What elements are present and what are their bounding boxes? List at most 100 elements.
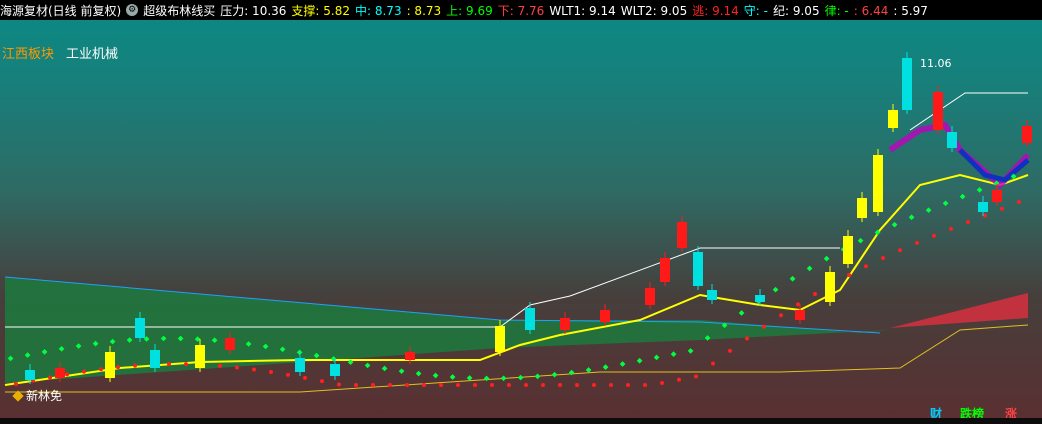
candle	[795, 310, 805, 320]
green-dot	[415, 370, 422, 377]
red-dot	[303, 375, 307, 380]
sector-tag[interactable]: 江西板块	[2, 43, 54, 62]
candle	[295, 358, 305, 372]
candle	[25, 370, 35, 380]
peak-label: 11.06	[920, 57, 952, 70]
red-dot	[320, 379, 324, 384]
status-strip	[0, 418, 1042, 424]
green-dot	[619, 361, 626, 367]
candle	[560, 318, 570, 330]
green-dot	[891, 221, 898, 228]
red-dot	[235, 365, 239, 370]
red-dot	[558, 383, 562, 387]
red-dot	[745, 336, 749, 341]
green-dot	[908, 214, 915, 221]
red-band	[890, 293, 1028, 328]
candle	[105, 352, 115, 378]
candle	[947, 132, 957, 148]
red-dot	[507, 383, 511, 387]
red-dot	[983, 213, 987, 218]
green-dot	[517, 374, 524, 381]
red-dot	[541, 383, 545, 387]
red-dot	[405, 383, 409, 387]
candle	[707, 290, 717, 300]
candle	[330, 364, 340, 376]
chart-window[interactable]: 海源复材(日线 前复权) ⚙ 超级布林线买 压力: 10.36 支撑: 5.82 中…	[0, 0, 1042, 424]
red-dot	[813, 292, 817, 297]
red-dot	[116, 365, 120, 370]
candle	[843, 236, 853, 264]
red-dot	[796, 302, 800, 307]
green-dot	[959, 193, 966, 200]
green-dot	[823, 255, 830, 262]
candle	[677, 222, 687, 248]
candle	[857, 198, 867, 218]
red-dot	[14, 382, 18, 386]
green-dot	[585, 367, 592, 373]
green-dot	[534, 373, 541, 380]
red-dot	[490, 383, 494, 387]
red-dot	[133, 363, 137, 368]
candle	[405, 352, 415, 360]
green-dot	[976, 187, 983, 193]
green-dot	[942, 200, 949, 207]
candle	[933, 92, 943, 130]
red-dot	[949, 226, 953, 231]
green-dot	[670, 351, 677, 357]
red-dot	[966, 220, 970, 225]
green-dot	[857, 237, 864, 244]
green-dot	[602, 364, 609, 370]
green-dot	[687, 348, 694, 354]
candle	[195, 345, 205, 368]
green-dot	[398, 368, 405, 375]
candle	[888, 110, 898, 128]
red-dot	[65, 372, 69, 377]
red-dot	[932, 233, 936, 238]
white-top-line	[909, 92, 1028, 131]
green-dot	[772, 286, 779, 293]
green-dot	[806, 265, 813, 272]
red-dot	[694, 374, 698, 379]
red-dot	[1000, 206, 1004, 211]
red-dot	[677, 377, 681, 382]
red-dot	[354, 383, 358, 387]
red-dot	[388, 383, 392, 387]
red-dot	[99, 367, 103, 372]
industry-tag[interactable]: 工业机械	[66, 43, 118, 62]
red-dot	[184, 362, 188, 367]
red-dot	[269, 370, 273, 375]
red-dot	[167, 362, 171, 367]
price-chart[interactable]: 11.06	[0, 0, 1042, 424]
red-dot	[473, 383, 477, 387]
red-dot	[609, 383, 613, 387]
green-dot	[432, 372, 439, 379]
red-dot	[524, 383, 528, 387]
candle	[495, 326, 505, 352]
candle	[660, 258, 670, 282]
green-dot	[381, 365, 388, 372]
red-dot	[82, 369, 86, 374]
red-dot	[48, 375, 52, 380]
candle	[600, 310, 610, 322]
red-dot	[643, 383, 647, 387]
green-dot	[636, 357, 643, 364]
candle	[135, 318, 145, 338]
signal-note-text: 新林免	[26, 389, 63, 403]
green-dot	[500, 375, 507, 382]
candle	[902, 58, 912, 110]
red-dot	[762, 324, 766, 329]
green-dot	[738, 310, 745, 316]
red-dot	[439, 383, 443, 387]
red-dot	[881, 256, 885, 261]
green-dot	[925, 207, 932, 214]
red-dot	[286, 372, 290, 377]
red-dot	[456, 383, 460, 387]
red-dot	[864, 264, 868, 269]
green-dot	[789, 275, 796, 282]
red-dot	[898, 248, 902, 253]
candle	[825, 272, 835, 302]
diamond-icon	[12, 390, 24, 402]
green-dot	[449, 374, 456, 380]
green-dot	[364, 362, 371, 369]
candle	[525, 308, 535, 330]
